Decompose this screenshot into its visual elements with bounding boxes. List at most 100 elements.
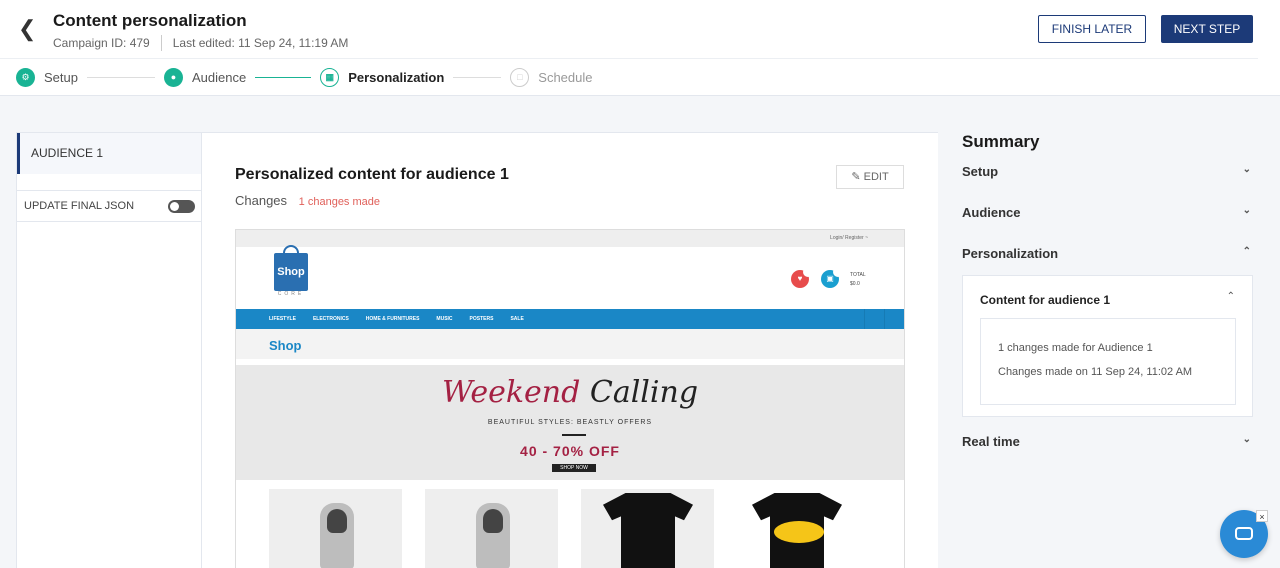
step-label: Schedule: [538, 69, 593, 85]
bag-handle: [283, 245, 299, 255]
hoodie-image: [476, 503, 510, 568]
layout-icon: ▦: [320, 67, 340, 87]
update-json-row: UPDATE FINAL JSON: [17, 190, 201, 222]
product-grid: [236, 480, 904, 568]
update-json-label: UPDATE FINAL JSON: [24, 200, 135, 212]
nav-item: POSTERS: [469, 316, 494, 322]
user-icon: [884, 309, 904, 329]
content-panel: Personalized content for audience 1 Chan…: [202, 132, 938, 568]
step-connector: [86, 76, 155, 78]
step-audience[interactable]: ● Audience: [163, 67, 247, 87]
gear-icon: ⚙: [16, 67, 35, 87]
banner-word-2: Calling: [589, 375, 699, 410]
stepper: ⚙ Setup ● Audience ▦ Personalization □ S…: [16, 66, 593, 88]
hoodie-hood: [327, 509, 347, 533]
banner-tagline: BEAUTIFUL STYLES: BEASTLY OFFERS: [487, 419, 653, 426]
tshirt-image: [603, 493, 693, 568]
edit-button[interactable]: ✎ EDIT: [836, 165, 904, 189]
summary-audience[interactable]: Audience ⌄: [962, 205, 1254, 225]
sidebar-item-audience-1[interactable]: AUDIENCE 1: [17, 133, 201, 174]
step-personalization[interactable]: ▦ Personalization: [320, 67, 445, 87]
user-icon: ●: [163, 67, 183, 87]
summary-setup-label: Setup: [962, 164, 999, 179]
campaign-meta: Campaign ID: 479 Last edited: 11 Sep 24,…: [53, 35, 348, 51]
product-tshirt-1: [581, 489, 714, 568]
next-step-button[interactable]: NEXT STEP: [1161, 15, 1253, 43]
product-hoodie-1: [269, 489, 402, 568]
cart-total: TOTAL $0.0: [850, 271, 866, 289]
chevron-down-icon: ⌄: [1242, 205, 1251, 216]
changes-detail: 1 changes made for Audience 1 Changes ma…: [980, 318, 1236, 405]
nav-item: ELECTRONICS: [312, 316, 349, 322]
cart-icon: ▣: [821, 267, 843, 288]
banner-headline: Weekend Calling: [236, 375, 904, 410]
content-for-audience-heading[interactable]: Content for audience 1: [980, 293, 1110, 307]
hoodie-image: [320, 503, 354, 568]
batman-logo: [774, 521, 824, 543]
changes-made-text: 1 changes made for Audience 1: [998, 342, 1153, 354]
nav-item: SALE: [510, 316, 524, 322]
product-batman-tshirt: [736, 489, 869, 568]
update-json-toggle[interactable]: [168, 200, 195, 213]
back-arrow-icon[interactable]: ❮: [18, 16, 38, 41]
header: ❮ Content personalization Campaign ID: 4…: [0, 0, 1280, 96]
step-schedule[interactable]: □ Schedule: [510, 67, 593, 87]
shop-logo: Shop CORE: [274, 245, 308, 299]
wishlist-heart-icon: ♥: [791, 267, 813, 288]
shop-now-button: SHOP NOW: [552, 464, 596, 472]
chevron-down-icon: ⌄: [1242, 164, 1251, 175]
promo-banner: Weekend Calling BEAUTIFUL STYLES: BEASTL…: [236, 365, 904, 480]
changes-label: Changes: [235, 193, 288, 208]
summary-real-time[interactable]: Real time ⌄: [962, 434, 1254, 454]
preview-topbar: Login/ Register ~: [236, 230, 904, 247]
close-icon[interactable]: ×: [1256, 510, 1268, 522]
step-label: Audience: [191, 69, 247, 85]
summary-real-time-label: Real time: [962, 434, 1020, 449]
changes-count[interactable]: 1 changes made: [299, 196, 380, 208]
step-label: Personalization: [348, 69, 445, 85]
banner-word-1: Weekend: [441, 375, 581, 410]
shop-heading: Shop: [236, 329, 904, 359]
calendar-icon: □: [510, 67, 530, 87]
pencil-icon: ✎: [851, 171, 861, 183]
page-title: Content personalization: [53, 11, 247, 30]
website-preview: Login/ Register ~ Shop CORE ♥ ▣ TOTAL $0…: [235, 229, 905, 568]
wishlist-badge: [803, 267, 813, 277]
chevron-up-icon[interactable]: ⌃: [1227, 291, 1235, 302]
summary-personalization-label: Personalization: [962, 246, 1059, 261]
nav-item: LIFESTYLE: [269, 316, 296, 322]
changes-line: Changes 1 changes made: [235, 193, 380, 208]
summary-personalization[interactable]: Personalization ⌃: [962, 246, 1254, 266]
audience-sidebar: AUDIENCE 1 UPDATE FINAL JSON: [16, 132, 202, 568]
cart-badge: [833, 267, 843, 277]
search-icon: [864, 309, 884, 329]
last-edited: Last edited: 11 Sep 24, 11:19 AM: [172, 36, 349, 50]
summary-setup[interactable]: Setup ⌄: [962, 164, 1254, 184]
preview-nav: LIFESTYLE ELECTRONICS HOME & FURNITURES …: [236, 309, 904, 329]
summary-audience-label: Audience: [962, 205, 1021, 220]
total-value: $0.0: [850, 281, 860, 287]
step-connector: [453, 76, 502, 78]
total-label: TOTAL: [850, 272, 866, 278]
content-title: Personalized content for audience 1: [235, 166, 509, 183]
product-hoodie-2: [425, 489, 558, 568]
preview-header: Shop CORE ♥ ▣ TOTAL $0.0: [236, 245, 904, 309]
summary-title: Summary: [962, 132, 1040, 151]
chevron-up-icon: ⌃: [1242, 246, 1251, 257]
banner-rule: [562, 434, 586, 436]
chat-bubble-icon: [1235, 527, 1253, 540]
changes-date-text: Changes made on 11 Sep 24, 11:02 AM: [998, 366, 1193, 378]
personalization-detail-card: Content for audience 1 ⌃ 1 changes made …: [962, 275, 1253, 417]
meta-divider: [160, 35, 162, 51]
banner-offer: 40 - 70% OFF: [520, 443, 620, 459]
nav-item: MUSIC: [436, 316, 453, 322]
header-divider: [0, 58, 1258, 59]
finish-later-button[interactable]: FINISH LATER: [1038, 15, 1146, 43]
logo-subtext: CORE: [277, 291, 305, 297]
campaign-id: Campaign ID: 479: [53, 36, 150, 50]
step-label: Setup: [44, 69, 78, 85]
edit-label: EDIT: [863, 171, 889, 183]
chevron-down-icon: ⌄: [1242, 434, 1251, 445]
step-connector: [255, 76, 312, 78]
step-setup[interactable]: ⚙ Setup: [16, 67, 78, 87]
